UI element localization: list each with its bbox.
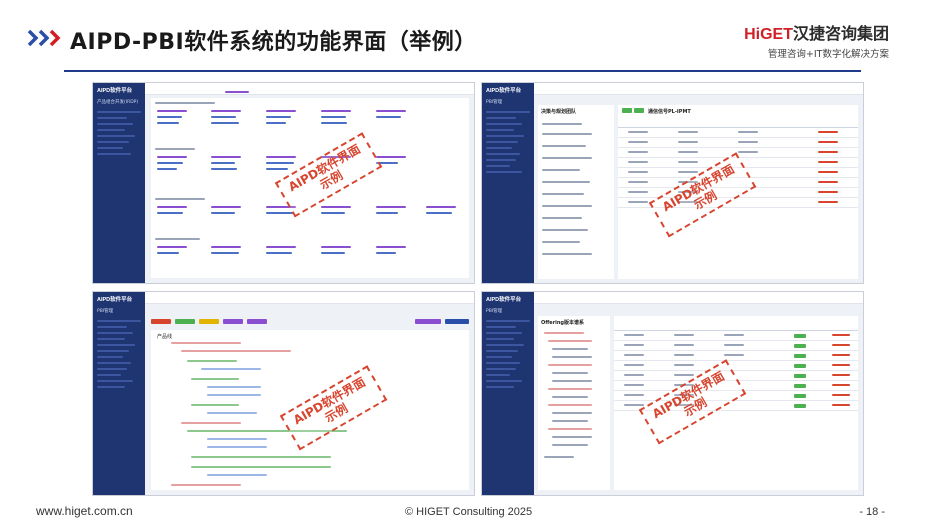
footer-copyright: © HIGET Consulting 2025	[405, 506, 533, 518]
app-title: AIPD软件平台	[97, 297, 133, 303]
app-topbar	[145, 83, 474, 95]
module-name: PBI管理	[486, 309, 503, 314]
app-sidebar: AIPD软件平台 PBI管理	[482, 292, 534, 495]
logo-brand-text: 汉捷咨询集团	[792, 26, 889, 43]
logo-tagline: 管理咨询+IT数字化解决方案	[767, 49, 889, 60]
slide-title: AIPD-PBI软件系统的功能界面（举例）	[70, 30, 477, 55]
app-title: AIPD软件平台	[486, 88, 522, 94]
company-logo: HiGET汉捷咨询集团 管理咨询+IT数字化解决方案	[744, 20, 889, 60]
app-sidebar: AIPD软件平台 产品组合开发(IRDP)	[93, 83, 145, 283]
slide-footer: www.higet.com.cn © HIGET Consulting 2025…	[0, 500, 925, 526]
screenshot-3: AIPD软件平台 PBI管理 产品线 AIPD软件界面 示例	[92, 291, 475, 496]
logo-brand: HiGET	[744, 26, 793, 43]
tree-root-label: 产品线	[157, 334, 173, 340]
triple-chevron-icon	[27, 29, 61, 47]
module-name: 产品组合开发(IRDP)	[97, 100, 139, 105]
app-topbar	[534, 83, 863, 95]
app-sidebar: AIPD软件平台 PBI管理	[93, 292, 145, 495]
team-panel: 决策与规划团队	[538, 105, 614, 279]
screenshot-1: AIPD软件平台 产品组合开发(IRDP) AIPD软件界面 示例	[92, 82, 475, 284]
page-number: - 18 -	[859, 506, 885, 518]
screenshot-4: AIPD软件平台 PBI管理 Offering版本谱系 AIPD软件界面 示例	[481, 291, 864, 496]
table-title: 通信信号PL-IPMT	[648, 109, 691, 115]
app-title: AIPD软件平台	[97, 88, 133, 94]
team-panel-title: 决策与规划团队	[541, 109, 577, 115]
app-title: AIPD软件平台	[486, 297, 522, 303]
screenshot-2: AIPD软件平台 PBI管理 决策与规划团队 通信信号PL-IPMT AIPD软…	[481, 82, 864, 284]
slide-header: AIPD-PBI软件系统的功能界面（举例） HiGET汉捷咨询集团 管理咨询+I…	[0, 0, 925, 68]
lineage-panel-title: Offering版本谱系	[541, 320, 585, 326]
header-divider	[64, 70, 861, 72]
app-topbar	[534, 292, 863, 304]
footer-website: www.higet.com.cn	[36, 504, 133, 518]
module-name: PBI管理	[97, 309, 114, 314]
app-topbar	[145, 292, 474, 304]
lineage-panel: Offering版本谱系	[538, 316, 610, 490]
app-sidebar: AIPD软件平台 PBI管理	[482, 83, 534, 283]
module-name: PBI管理	[486, 100, 503, 105]
